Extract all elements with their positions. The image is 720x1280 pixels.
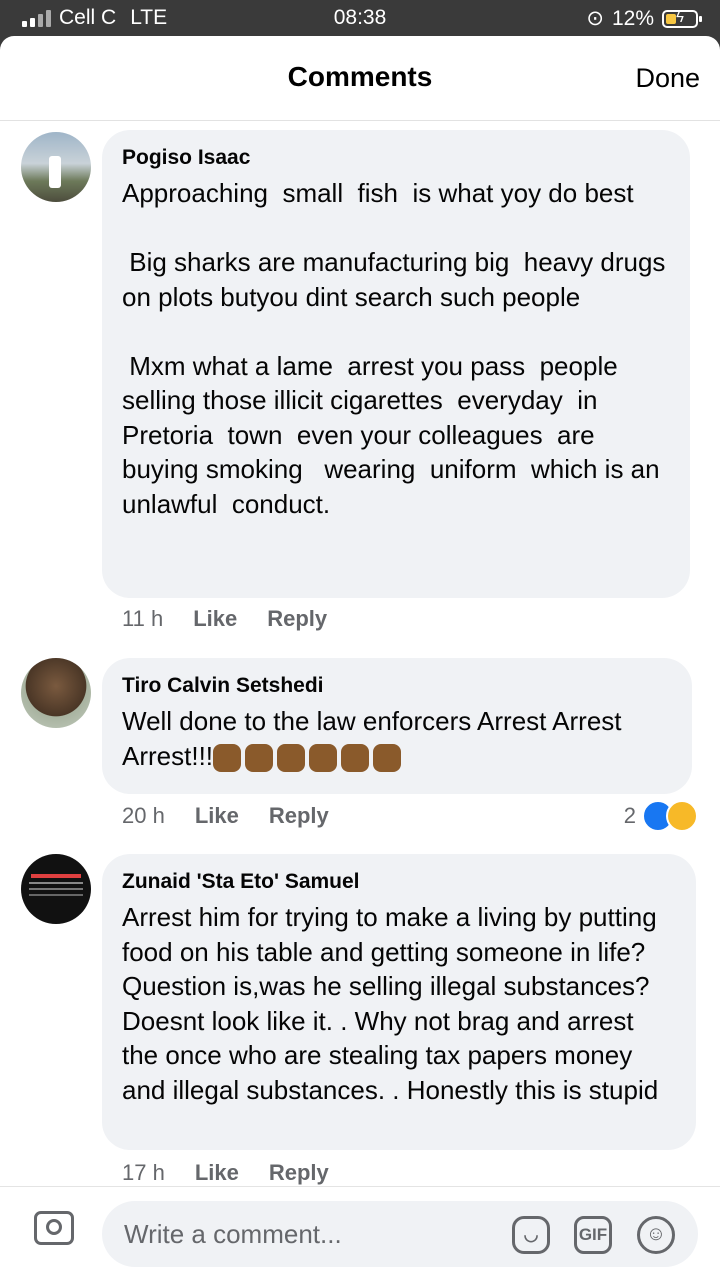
clap-emoji-icon xyxy=(341,743,370,772)
comment-composer: Write a comment... ◡ GIF ☺ xyxy=(0,1186,720,1280)
reply-button[interactable]: Reply xyxy=(269,1160,329,1186)
reply-button[interactable]: Reply xyxy=(267,606,327,632)
comment-text: Arrest him for trying to make a living b… xyxy=(122,902,664,1105)
camera-icon[interactable] xyxy=(34,1211,74,1245)
comments-sheet: Comments Done Pogiso Isaac Approaching s… xyxy=(0,36,720,1280)
page-title: Comments xyxy=(287,61,433,92)
comment-author[interactable]: Tiro Calvin Setshedi xyxy=(122,674,672,698)
comment-actions: 11 h Like Reply xyxy=(122,606,327,632)
comment-text-wrap: Well done to the law enforcers Arrest Ar… xyxy=(122,704,672,773)
rotation-lock-icon: ⊙ xyxy=(586,7,604,30)
battery-icon: ϟ xyxy=(662,9,702,28)
comment-text: Approaching small fish is what yoy do be… xyxy=(122,178,666,519)
clap-emoji-icon xyxy=(309,743,338,772)
avatar[interactable] xyxy=(21,132,91,202)
fist-emoji-icon xyxy=(245,743,274,772)
care-reaction-icon xyxy=(666,800,698,832)
header: Comments Done xyxy=(0,36,720,121)
comment-input[interactable]: Write a comment... ◡ GIF ☺ xyxy=(102,1201,698,1267)
sticker-icon[interactable]: ◡ xyxy=(512,1216,550,1254)
status-bar: Cell C LTE 08:38 ⊙ 12% ϟ xyxy=(0,0,720,36)
comment-placeholder: Write a comment... xyxy=(124,1219,342,1249)
comment-author[interactable]: Pogiso Isaac xyxy=(122,146,670,170)
avatar[interactable] xyxy=(21,658,91,728)
reaction-count: 2 xyxy=(623,803,636,828)
battery-percent: 12% xyxy=(611,6,654,30)
like-button[interactable]: Like xyxy=(193,606,237,632)
avatar[interactable] xyxy=(21,854,91,924)
gif-button[interactable]: GIF xyxy=(574,1216,612,1254)
comment-time: 20 h xyxy=(122,803,165,828)
done-button[interactable]: Done xyxy=(635,63,700,94)
comment-bubble: Tiro Calvin Setshedi Well done to the la… xyxy=(102,658,692,794)
clap-emoji-icon xyxy=(373,743,402,772)
fist-emoji-icon xyxy=(277,743,306,772)
comment-time: 11 h xyxy=(122,606,164,631)
fist-emoji-icon xyxy=(213,743,242,772)
emoji-row xyxy=(213,743,402,772)
comment-actions: 20 h Like Reply xyxy=(122,803,329,829)
reply-button[interactable]: Reply xyxy=(269,803,329,829)
reaction-summary[interactable]: 2 xyxy=(624,800,698,832)
comment-bubble: Zunaid 'Sta Eto' Samuel Arrest him for t… xyxy=(102,854,696,1150)
comment-author[interactable]: Zunaid 'Sta Eto' Samuel xyxy=(122,870,676,894)
comment-actions: 17 h Like Reply xyxy=(122,1160,329,1186)
comment-bubble: Pogiso Isaac Approaching small fish is w… xyxy=(102,130,690,598)
like-button[interactable]: Like xyxy=(195,1160,239,1186)
like-button[interactable]: Like xyxy=(195,803,239,829)
emoji-icon[interactable]: ☺ xyxy=(637,1216,675,1254)
comment-time: 17 h xyxy=(122,1160,165,1185)
